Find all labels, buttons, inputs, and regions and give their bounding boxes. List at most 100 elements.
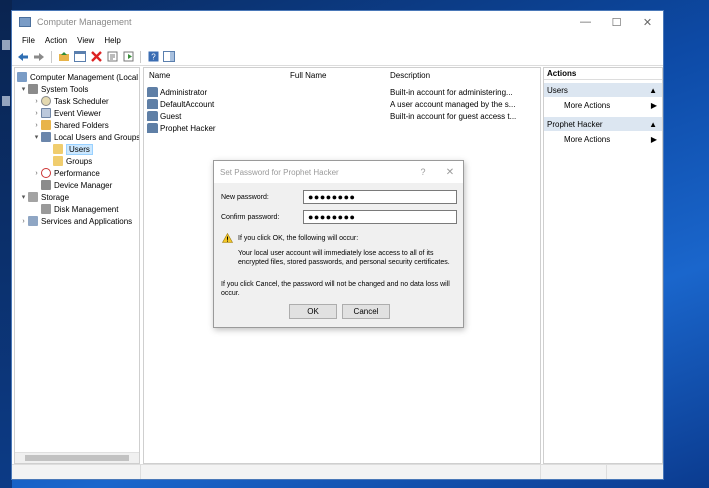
tree-label-disk-management: Disk Management: [54, 204, 119, 214]
scrollbar-thumb[interactable]: [25, 455, 129, 461]
help-icon[interactable]: ?: [146, 50, 160, 64]
maximize-button[interactable]: ☐: [601, 11, 632, 33]
tree-label-groups: Groups: [66, 156, 93, 166]
event-viewer-icon: [41, 108, 51, 118]
forward-arrow-icon[interactable]: [32, 50, 46, 64]
chevron-right-icon[interactable]: ›: [32, 170, 41, 177]
user-name: Prophet Hacker: [160, 123, 216, 133]
tree-node-event-viewer[interactable]: › Event Viewer: [32, 107, 101, 119]
list-item[interactable]: Administrator Built-in account for admin…: [147, 86, 540, 98]
properties-icon[interactable]: [105, 50, 119, 64]
actions-header: Actions: [544, 68, 662, 80]
tree-label-task-scheduler: Task Scheduler: [54, 96, 109, 106]
tree-label-storage: Storage: [41, 192, 70, 202]
more-actions-label: More Actions: [564, 100, 611, 110]
chevron-right-icon[interactable]: ›: [32, 110, 41, 117]
tree-node-storage[interactable]: ▾ Storage: [19, 191, 69, 203]
tree-node-device-manager[interactable]: Device Manager: [41, 179, 112, 191]
computer-management-icon: [19, 17, 31, 27]
chevron-down-icon[interactable]: ▾: [32, 133, 41, 141]
warning-heading: If you click OK, the following will occu…: [238, 235, 359, 242]
tree-node-system-tools[interactable]: ▾ System Tools: [19, 83, 88, 95]
new-password-label: New password:: [221, 194, 269, 201]
column-header-name[interactable]: Name: [149, 71, 170, 83]
tree-node-local-users-groups[interactable]: ▾ Local Users and Groups: [32, 131, 140, 143]
chevron-down-icon[interactable]: ▾: [19, 85, 28, 93]
actions-section-users[interactable]: Users ▲: [544, 83, 662, 97]
collapse-icon[interactable]: ▲: [649, 120, 657, 129]
tree-label-shared-folders: Shared Folders: [54, 120, 109, 130]
clock-icon: [41, 96, 51, 106]
chevron-right-icon[interactable]: ›: [19, 218, 28, 225]
help-button[interactable]: ?: [409, 167, 437, 177]
minimize-button[interactable]: —: [570, 11, 601, 33]
actions-section-label: Users: [547, 85, 568, 95]
status-cell: [541, 465, 607, 479]
collapse-icon[interactable]: ▲: [649, 86, 657, 95]
user-name: DefaultAccount: [160, 99, 215, 109]
cancel-note-line1: If you click Cancel, the password will n…: [221, 281, 450, 288]
navigation-tree: Computer Management (Local ▾ System Tool…: [14, 67, 140, 464]
desktop-icon[interactable]: [2, 40, 10, 50]
tree-label-system-tools: System Tools: [41, 84, 89, 94]
confirm-password-field[interactable]: ●●●●●●●●: [303, 210, 457, 224]
device-manager-icon: [41, 180, 51, 190]
dialog-close-button[interactable]: ✕: [437, 167, 463, 178]
delete-icon[interactable]: [89, 50, 103, 64]
services-icon: [28, 216, 38, 226]
up-folder-icon[interactable]: [57, 50, 71, 64]
back-arrow-icon[interactable]: [16, 50, 30, 64]
menu-view[interactable]: View: [72, 36, 99, 45]
new-password-field[interactable]: ●●●●●●●●: [303, 190, 457, 204]
show-hide-tree-icon[interactable]: [73, 50, 87, 64]
tree-node-services-apps[interactable]: › Services and Applications: [19, 215, 132, 227]
tree-horizontal-scrollbar[interactable]: [15, 452, 139, 463]
folder-icon: [53, 156, 63, 166]
user-description: A user account managed by the s...: [390, 99, 516, 109]
chevron-right-icon[interactable]: ›: [32, 122, 41, 129]
more-actions-prophet-hacker[interactable]: More Actions ▶: [544, 131, 662, 147]
column-header-full-name[interactable]: Full Name: [290, 71, 326, 83]
tree-node-users[interactable]: Users: [53, 143, 93, 155]
tree-node-root[interactable]: Computer Management (Local: [17, 71, 138, 83]
tree-label-users: Users: [66, 143, 93, 155]
menu-help[interactable]: Help: [99, 36, 125, 45]
tree-label-services-apps: Services and Applications: [41, 216, 133, 226]
list-item[interactable]: DefaultAccount A user account managed by…: [147, 98, 540, 110]
show-hide-action-pane-icon[interactable]: [162, 50, 176, 64]
cancel-button[interactable]: Cancel: [342, 304, 390, 319]
close-button[interactable]: ✕: [632, 11, 663, 33]
menu-file[interactable]: File: [17, 36, 40, 45]
chevron-down-icon[interactable]: ▾: [19, 193, 28, 201]
actions-section-prophet-hacker[interactable]: Prophet Hacker ▲: [544, 117, 662, 131]
tree-node-shared-folders[interactable]: › Shared Folders: [32, 119, 109, 131]
tree-label-event-viewer: Event Viewer: [54, 108, 101, 118]
warning-icon: [222, 233, 233, 243]
tree-node-performance[interactable]: › Performance: [32, 167, 100, 179]
desktop-icon[interactable]: [2, 96, 10, 106]
svg-text:?: ?: [151, 53, 156, 62]
menu-action[interactable]: Action: [40, 36, 72, 45]
disk-icon: [41, 204, 51, 214]
tree-node-disk-management[interactable]: Disk Management: [41, 203, 118, 215]
status-bar: [12, 464, 663, 479]
tree-label-root: Computer Management (Local: [30, 72, 139, 82]
tree-node-task-scheduler[interactable]: › Task Scheduler: [32, 95, 109, 107]
column-header-description[interactable]: Description: [390, 71, 430, 83]
warning-body-line2: encrypted files, stored passwords, and p…: [238, 259, 450, 266]
toolbar-separator: [51, 50, 52, 63]
ok-button[interactable]: OK: [289, 304, 337, 319]
user-description: Built-in account for administering...: [390, 87, 513, 97]
user-description: Built-in account for guest access t...: [390, 111, 517, 121]
tree-node-groups[interactable]: Groups: [53, 155, 92, 167]
list-item[interactable]: Prophet Hacker: [147, 122, 540, 134]
actions-pane: Actions Users ▲ More Actions ▶ Prophet H…: [543, 67, 663, 464]
export-list-icon[interactable]: [121, 50, 135, 64]
user-name: Administrator: [160, 87, 208, 97]
set-password-dialog: Set Password for Prophet Hacker ? ✕ New …: [213, 160, 464, 328]
more-actions-users[interactable]: More Actions ▶: [544, 97, 662, 113]
toolbar: ?: [12, 48, 663, 66]
tree-label-local-users-groups: Local Users and Groups: [54, 132, 140, 142]
list-item[interactable]: Guest Built-in account for guest access …: [147, 110, 540, 122]
chevron-right-icon[interactable]: ›: [32, 98, 41, 105]
